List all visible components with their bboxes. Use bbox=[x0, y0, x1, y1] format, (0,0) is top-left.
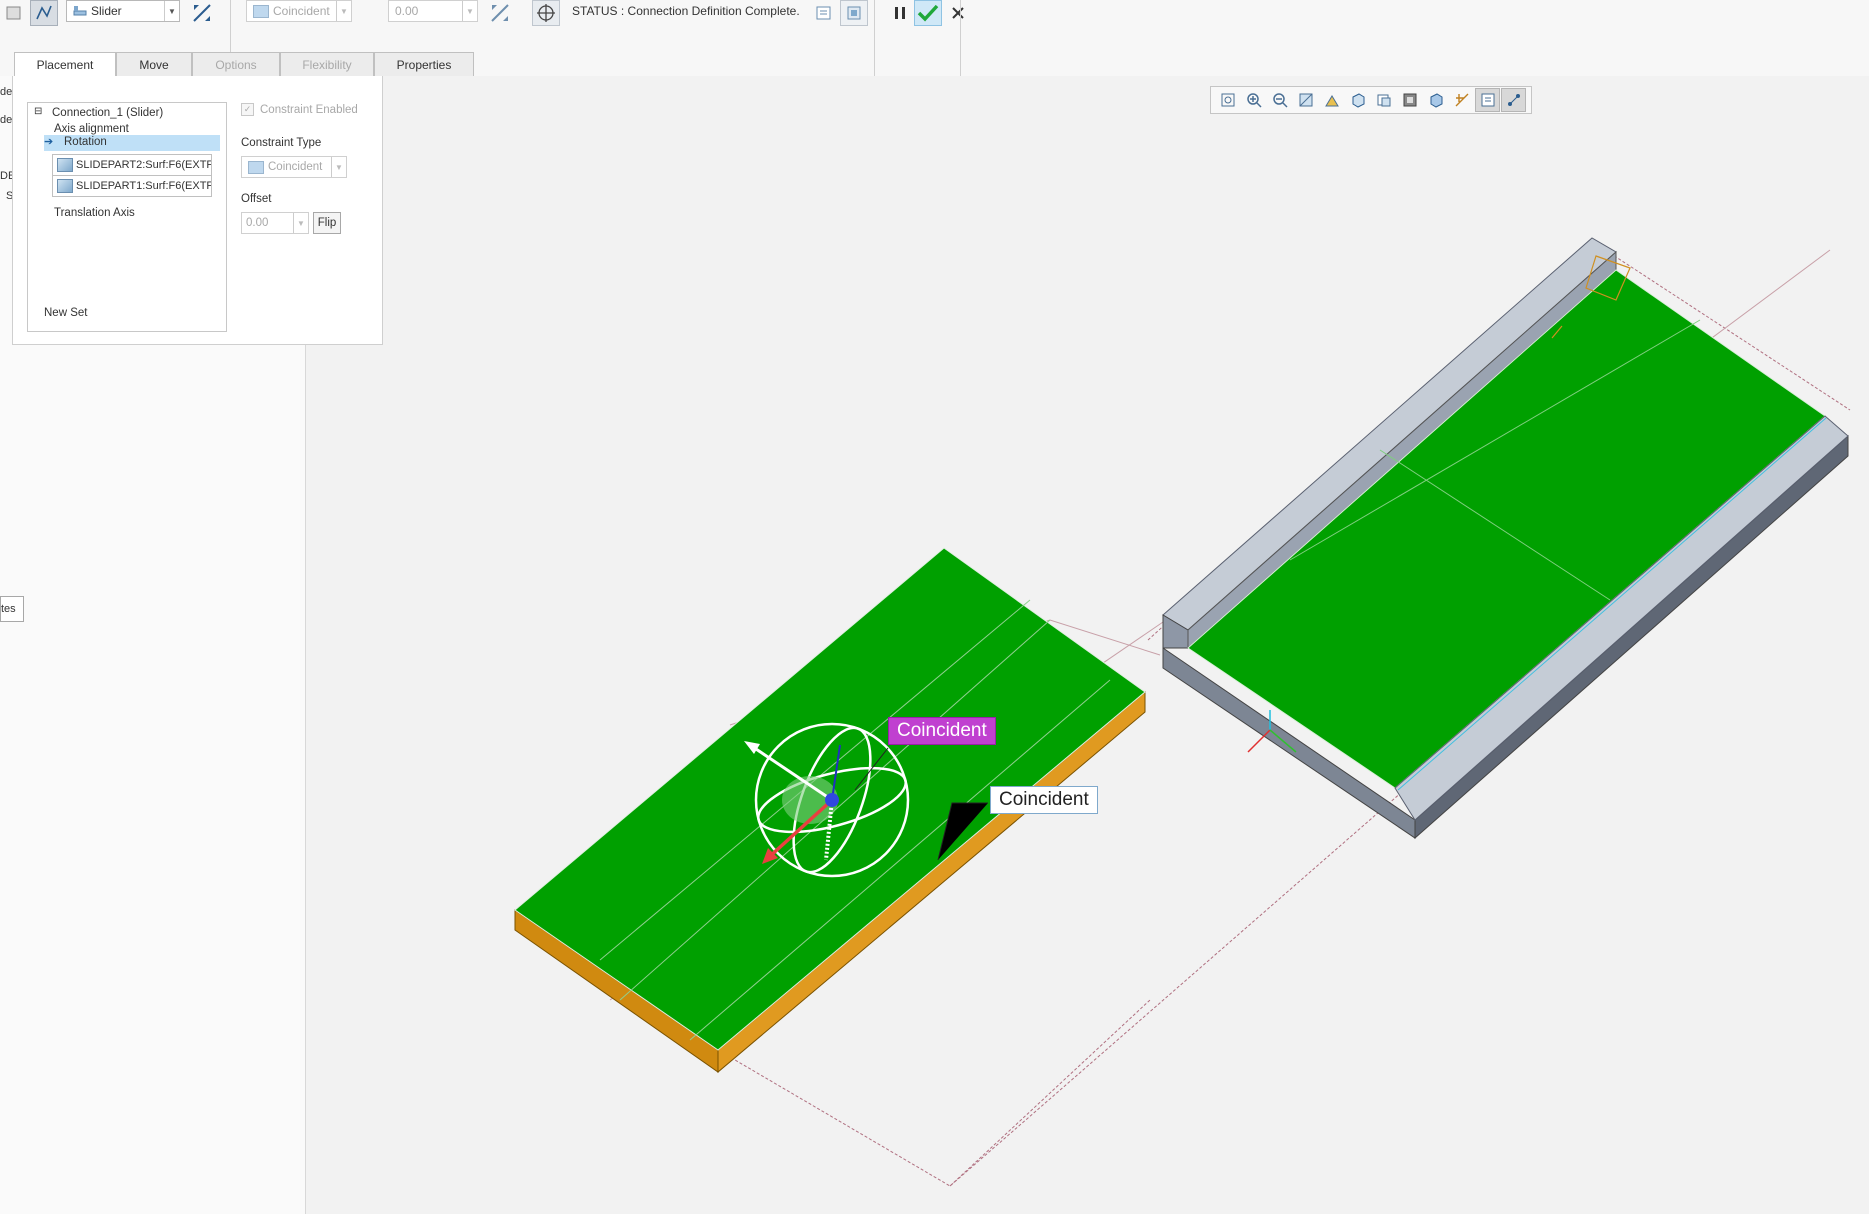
tab-placement[interactable]: Placement bbox=[14, 52, 116, 77]
flip-button[interactable]: Flip bbox=[313, 212, 341, 234]
section-icon[interactable] bbox=[1423, 88, 1448, 112]
constraint-type-dropdown[interactable]: Coincident ▼ bbox=[246, 0, 352, 22]
tab-move[interactable]: Move bbox=[116, 52, 192, 76]
3d-model-canvas[interactable] bbox=[306, 76, 1869, 1214]
panel-constraint-type-value: Coincident bbox=[268, 161, 323, 173]
datum-display-icon[interactable] bbox=[1449, 88, 1474, 112]
graphics-window[interactable]: Coincident Coincident bbox=[306, 76, 1869, 1214]
reference-collector-2[interactable]: SLIDEPART1:Surf:F6(EXTF bbox=[52, 175, 212, 197]
annotation-display-icon[interactable] bbox=[1475, 88, 1500, 112]
status-detail-icon[interactable] bbox=[810, 0, 838, 26]
constraint-tag-coincident-active[interactable]: Coincident bbox=[888, 717, 996, 745]
constraint-enabled-checkbox[interactable]: ✓ Constraint Enabled bbox=[241, 103, 358, 116]
constraint-type-value: Coincident bbox=[273, 4, 330, 18]
connection-icon[interactable] bbox=[30, 0, 58, 26]
tree-fragment: de bbox=[0, 86, 13, 98]
constraint-type-label: Constraint Type bbox=[241, 137, 322, 149]
constraint-enabled-label: Constraint Enabled bbox=[260, 103, 358, 116]
reference-2-text: SLIDEPART1:Surf:F6(EXTF bbox=[76, 180, 212, 192]
refit-icon[interactable] bbox=[1215, 88, 1240, 112]
panel-constraint-type-dropdown[interactable]: Coincident ▼ bbox=[241, 156, 347, 178]
chevron-down-icon: ▼ bbox=[164, 1, 179, 21]
flip-direction-icon[interactable] bbox=[188, 0, 216, 26]
notes-label: tes bbox=[1, 603, 16, 615]
chevron-down-icon: ▼ bbox=[331, 157, 346, 177]
reference-1-text: SLIDEPART2:Surf:F6(EXTF bbox=[76, 159, 212, 171]
ribbon-separator bbox=[874, 0, 875, 76]
drag-components-icon[interactable] bbox=[532, 0, 560, 26]
tab-options[interactable]: Options bbox=[192, 52, 280, 76]
checkbox-icon: ✓ bbox=[241, 103, 254, 116]
view-toolbar bbox=[1210, 86, 1532, 114]
reference-collector-1[interactable]: SLIDEPART2:Surf:F6(EXTF bbox=[52, 154, 212, 176]
tree-translation-axis[interactable]: Translation Axis bbox=[54, 207, 135, 219]
repaint-icon[interactable] bbox=[1293, 88, 1318, 112]
tree-rotation-label: Rotation bbox=[64, 136, 107, 148]
show-3d-dragger-icon[interactable] bbox=[840, 0, 868, 26]
tab-properties[interactable]: Properties bbox=[374, 52, 474, 76]
panel-offset-value: 0.00 bbox=[246, 217, 269, 229]
new-set-link[interactable]: New Set bbox=[44, 307, 87, 319]
offset-input-value: 0.00 bbox=[395, 4, 419, 18]
checkmark-icon[interactable] bbox=[914, 0, 942, 26]
connection-set-tree: ⊟ Connection_1 (Slider) Axis alignment ➔… bbox=[27, 102, 227, 332]
arrow-right-icon: ➔ bbox=[44, 136, 54, 148]
slider-icon bbox=[73, 6, 87, 16]
close-icon[interactable] bbox=[944, 0, 972, 26]
ribbon-separator bbox=[960, 0, 961, 76]
chevron-down-icon: ▼ bbox=[462, 1, 477, 21]
flip-constraint-icon[interactable] bbox=[486, 0, 514, 26]
coincident-icon bbox=[253, 4, 269, 18]
connection-type-dropdown[interactable]: Slider ▼ bbox=[66, 0, 180, 22]
collapse-icon[interactable]: ⊟ bbox=[34, 106, 42, 117]
placement-panel: ⊟ Connection_1 (Slider) Axis alignment ➔… bbox=[12, 76, 383, 345]
dashboard-ribbon: Slider ▼ Coincident ▼ 0.00 ▼ STATUS : Co… bbox=[0, 0, 1869, 77]
notes-button[interactable]: tes bbox=[0, 596, 24, 622]
offset-input[interactable]: 0.00 ▼ bbox=[388, 0, 478, 22]
view-manager-icon[interactable] bbox=[1371, 88, 1396, 112]
spin-center-icon[interactable] bbox=[1501, 88, 1526, 112]
offset-label: Offset bbox=[241, 193, 272, 205]
saved-orientations-icon[interactable] bbox=[1345, 88, 1370, 112]
panel-offset-input[interactable]: 0.00 ▼ bbox=[241, 212, 309, 234]
perspective-icon[interactable] bbox=[1319, 88, 1344, 112]
tree-connection[interactable]: Connection_1 (Slider) bbox=[52, 107, 163, 119]
zoom-out-icon[interactable] bbox=[1267, 88, 1292, 112]
connection-set-icon[interactable] bbox=[0, 0, 28, 26]
coincident-icon bbox=[248, 160, 264, 174]
surface-icon bbox=[57, 179, 73, 193]
tab-flexibility[interactable]: Flexibility bbox=[280, 52, 374, 76]
chevron-down-icon: ▼ bbox=[293, 213, 308, 233]
pause-icon[interactable] bbox=[886, 0, 914, 26]
tree-axis-alignment[interactable]: Axis alignment bbox=[54, 123, 129, 135]
zoom-in-icon[interactable] bbox=[1241, 88, 1266, 112]
display-style-icon[interactable] bbox=[1397, 88, 1422, 112]
surface-icon bbox=[57, 158, 73, 172]
connection-type-value: Slider bbox=[91, 4, 122, 18]
chevron-down-icon: ▼ bbox=[336, 1, 351, 21]
status-text: STATUS : Connection Definition Complete. bbox=[572, 4, 800, 18]
tree-rotation-selected[interactable]: ➔ Rotation bbox=[44, 135, 220, 151]
constraint-tag-coincident[interactable]: Coincident bbox=[990, 786, 1098, 814]
